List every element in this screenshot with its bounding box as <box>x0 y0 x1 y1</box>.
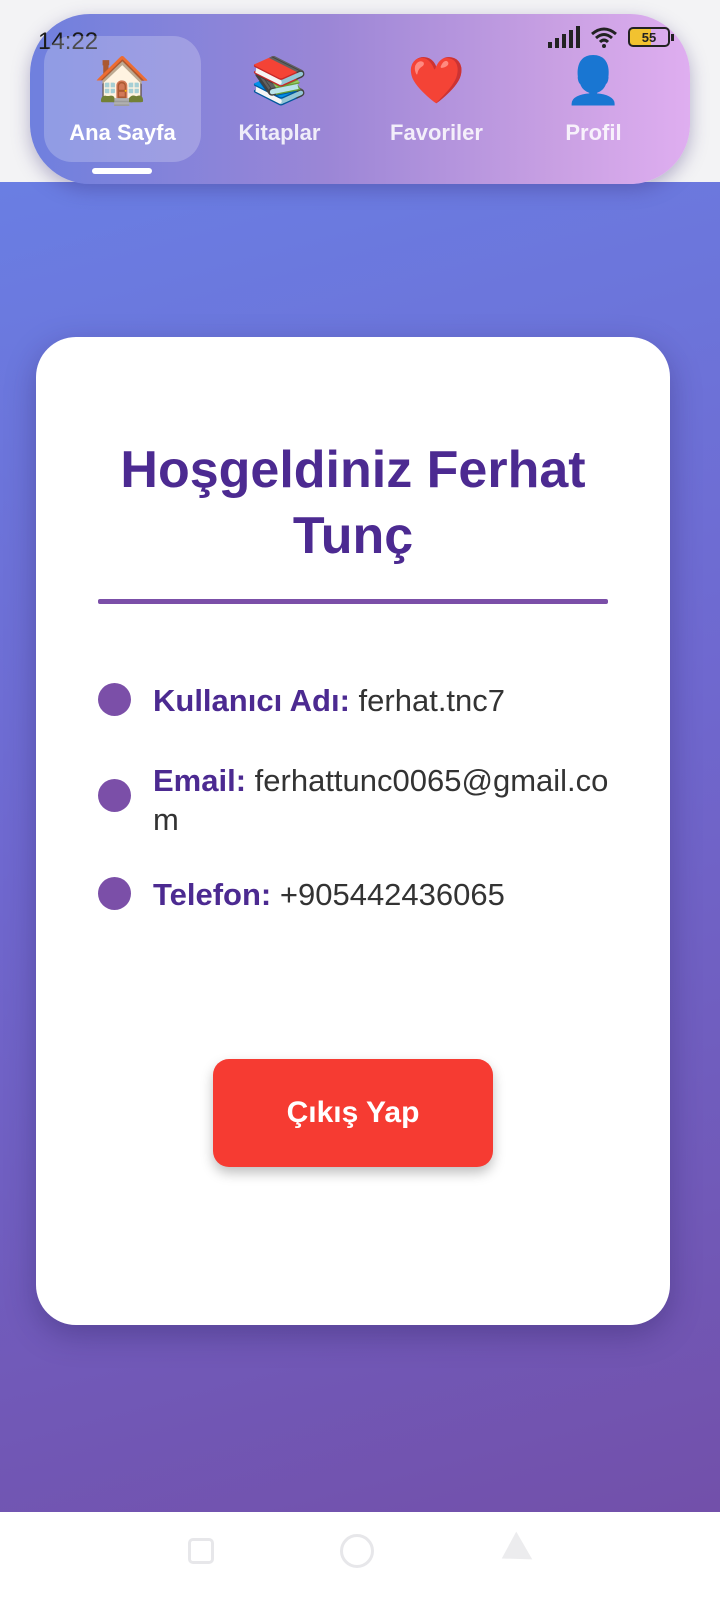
username-row: Kullanıcı Adı: ferhat.tnc7 <box>98 681 618 720</box>
tab-profil[interactable]: 👤 Profil <box>515 36 672 162</box>
phone-value: +905442436065 <box>279 877 505 912</box>
user-icon: 👤 <box>564 54 623 106</box>
home-icon: 🏠 <box>93 54 152 106</box>
email-row: Email: ferhattunc0065@gmail.com <box>98 761 618 839</box>
back-icon[interactable] <box>493 1531 533 1573</box>
books-icon: 📚 <box>250 54 309 106</box>
title-divider <box>98 599 608 604</box>
bullet-icon <box>98 877 131 910</box>
heart-icon: ❤️ <box>407 54 466 106</box>
bullet-icon <box>98 779 131 812</box>
app-screen: 14:22 55 🏠 Ana Sayfa 📚 Kitaplar ❤️ Favor… <box>0 0 720 1600</box>
recents-icon[interactable] <box>188 1538 214 1564</box>
tab-label: Kitaplar <box>238 120 321 145</box>
tab-label: Profil <box>565 120 622 145</box>
active-tab-indicator <box>92 168 152 174</box>
tab-ana-sayfa[interactable]: 🏠 Ana Sayfa <box>44 36 201 162</box>
home-button-icon[interactable] <box>340 1534 374 1568</box>
system-navigation-bar <box>0 1512 720 1600</box>
username-value: ferhat.tnc7 <box>358 683 506 718</box>
phone-row: Telefon: +905442436065 <box>98 875 618 914</box>
welcome-title: Hoşgeldiniz Ferhat Tunç <box>120 441 586 565</box>
tab-favoriler[interactable]: ❤️ Favoriler <box>358 36 515 162</box>
bullet-icon <box>98 683 131 716</box>
username-label: Kullanıcı Adı: <box>153 683 350 718</box>
logout-button[interactable]: Çıkış Yap <box>213 1059 493 1167</box>
phone-label: Telefon: <box>153 877 272 912</box>
email-label: Email: <box>153 763 247 798</box>
tab-bar: 🏠 Ana Sayfa 📚 Kitaplar ❤️ Favoriler 👤 Pr… <box>44 36 674 162</box>
tab-label: Ana Sayfa <box>69 120 176 145</box>
tab-kitaplar[interactable]: 📚 Kitaplar <box>201 36 358 162</box>
tab-label: Favoriler <box>390 120 483 145</box>
profile-card: Hoşgeldiniz Ferhat Tunç Kullanıcı Adı: f… <box>36 337 670 1325</box>
